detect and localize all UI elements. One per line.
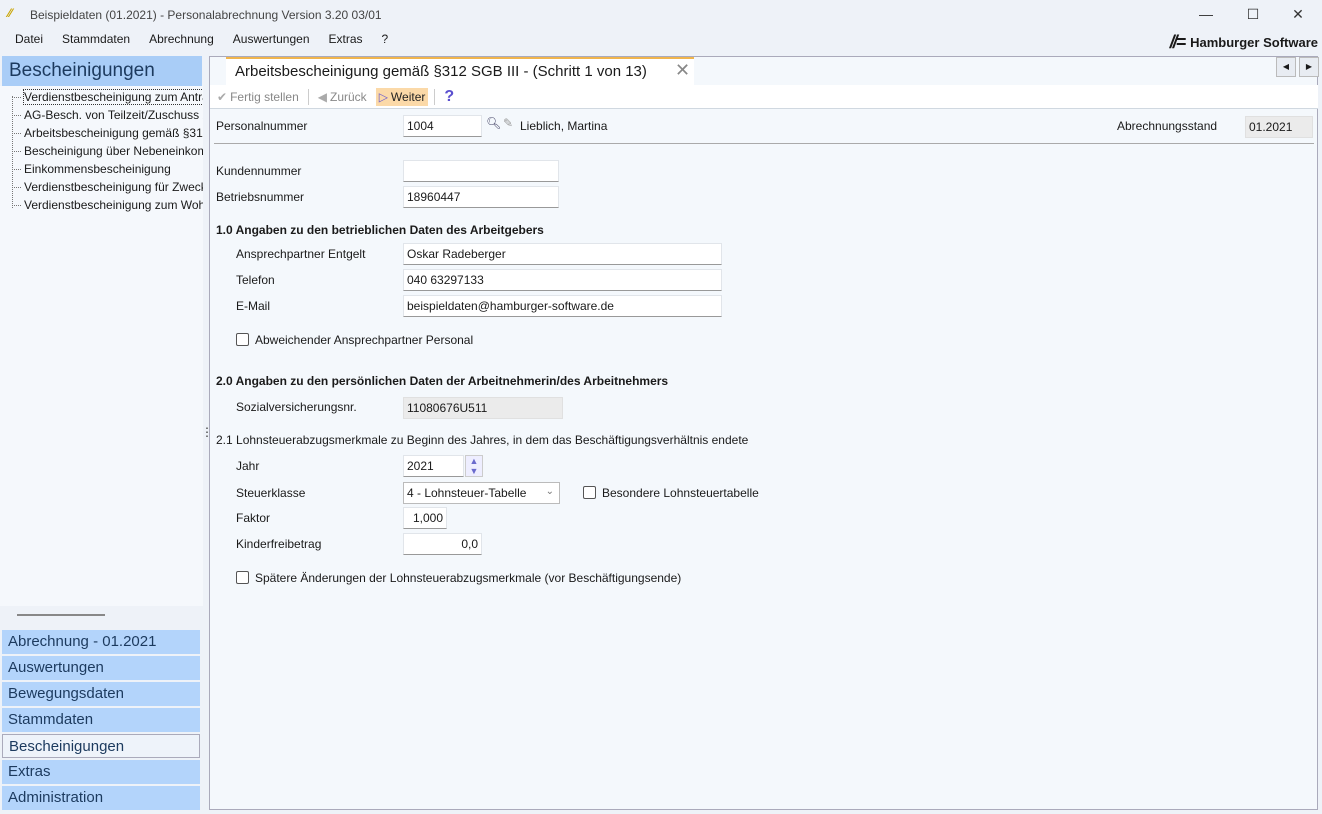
check-icon: ✔ [217,89,228,104]
menu-extras[interactable]: Extras [329,32,363,46]
edit-icon[interactable]: ✎ [503,116,513,130]
help-icon[interactable]: ? [441,86,457,108]
besondere-checkbox[interactable] [583,486,596,499]
nav-bewegungsdaten[interactable]: Bewegungsdaten [2,682,200,706]
besondere-label: Besondere Lohnsteuertabelle [602,486,759,500]
email-label: E-Mail [236,299,271,313]
logo-text: Hamburger Software [1190,35,1318,50]
minimize-button[interactable]: — [1196,6,1216,22]
betriebsnummer-label: Betriebsnummer [216,190,305,204]
arrow-right-icon: ▷ [378,89,388,104]
divider [214,143,1314,144]
email-input[interactable]: beispieldaten@hamburger-software.de [403,295,722,317]
tab-scroll-left[interactable]: ◀ [1276,57,1296,77]
nav-bescheinigungen[interactable]: Bescheinigungen [2,734,200,758]
svnr-value: 11080676U511 [403,397,563,419]
toolbar: ✔ Fertig stellen ◀ Zurück ▷ Weiter ? [210,85,1318,109]
svnr-label: Sozialversicherungsnr. [236,400,357,414]
maximize-button[interactable]: ☐ [1243,6,1263,23]
tree-item[interactable]: Bescheinigung über Nebeneinkommen [0,142,203,160]
section-heading-2: 2.0 Angaben zu den persönlichen Daten de… [216,374,669,388]
section-heading-2-1: 2.1 Lohnsteuerabzugsmerkmale zu Beginn d… [216,433,749,447]
faktor-input[interactable]: 1,000 [403,507,447,529]
tree-item[interactable]: Verdienstbescheinigung zum Antrag [0,88,203,106]
certificate-tree: Verdienstbescheinigung zum Antrag AG-Bes… [0,86,203,606]
sidebar-header: Bescheinigungen [2,56,202,86]
kinderfreibetrag-input[interactable]: 0,0 [403,533,482,555]
close-button[interactable]: ✕ [1288,6,1308,23]
section-heading-1: 1.0 Angaben zu den betrieblichen Daten d… [216,223,544,237]
next-button[interactable]: ▷ Weiter [375,87,429,106]
spaetere-checkbox[interactable] [236,571,249,584]
tree-item[interactable]: Verdienstbescheinigung zum Wohngeld [0,196,203,214]
menu-bar: Datei Stammdaten Abrechnung Auswertungen Ext… [0,32,388,52]
abrechnungsstand-label: Abrechnungsstand [1117,119,1218,133]
steuerklasse-label: Steuerklasse [236,486,306,500]
chevron-down-icon: ⌄ [545,486,554,497]
abweichender-label: Abweichender Ansprechpartner Personal [255,333,474,347]
title-bar: ⁄⁄ Beispieldaten (01.2021) - Personalabr… [0,0,1322,30]
menu-abrechnung[interactable]: Abrechnung [149,32,214,46]
back-button[interactable]: ◀ Zurück [315,88,370,106]
jahr-input[interactable]: 2021 [403,455,464,477]
tree-item[interactable]: Verdienstbescheinigung für Zwecke [0,178,203,196]
telefon-label: Telefon [236,273,275,287]
jahr-spinner[interactable]: ▲ ▼ [465,455,483,477]
menu-datei[interactable]: Datei [15,32,43,46]
tab-close-icon[interactable]: ✕ [675,60,690,81]
window-title: Beispieldaten (01.2021) - Personalabrech… [30,8,382,22]
faktor-label: Faktor [236,511,271,525]
personalnummer-label: Personalnummer [216,119,308,133]
tab-arbeitsbescheinigung[interactable]: Arbeitsbescheinigung gemäß §312 SGB III … [226,57,694,85]
tab-scroll-right[interactable]: ▶ [1299,57,1319,77]
personalnummer-input[interactable]: 1004 [403,115,482,137]
logo-mark: //= [1169,32,1186,52]
arrow-left-icon: ◀ [317,89,327,104]
telefon-input[interactable]: 040 63297133 [403,269,722,291]
search-icon[interactable]: 🔍︎ [486,116,501,130]
spaetere-label: Spätere Änderungen der Lohnsteuerabzugsm… [255,571,682,585]
menu-stammdaten[interactable]: Stammdaten [62,32,130,46]
tree-item[interactable]: Arbeitsbescheinigung gemäß §312 [0,124,203,142]
abweichender-checkbox[interactable] [236,333,249,346]
menu-auswertungen[interactable]: Auswertungen [233,32,310,46]
steuerklasse-select[interactable]: 4 - Lohnsteuer-Tabelle ⌄ [403,482,560,504]
kundennummer-input[interactable] [403,160,559,182]
nav-stammdaten[interactable]: Stammdaten [2,708,200,732]
tree-item[interactable]: AG-Besch. von Teilzeit/Zuschuss z [0,106,203,124]
sidebar-splitter[interactable] [17,614,105,616]
menu-help[interactable]: ? [382,32,389,46]
abrechnungsstand-value: 01.2021 [1245,116,1313,138]
finish-button[interactable]: ✔ Fertig stellen [214,88,302,106]
logo: //= Hamburger Software [1170,32,1318,53]
kinderfreibetrag-label: Kinderfreibetrag [236,537,322,551]
nav-extras[interactable]: Extras [2,760,200,784]
ansprechpartner-input[interactable]: Oskar Radeberger [403,243,722,265]
nav-abrechnung[interactable]: Abrechnung - 01.2021 [2,630,200,654]
jahr-label: Jahr [236,459,260,473]
app-icon: ⁄⁄ [8,6,13,20]
nav-administration[interactable]: Administration [2,786,200,810]
nav-auswertungen[interactable]: Auswertungen [2,656,200,680]
employee-name: Lieblich, Martina [520,119,608,133]
betriebsnummer-input[interactable]: 18960447 [403,186,559,208]
ansprechpartner-label: Ansprechpartner Entgelt [236,247,366,261]
kundennummer-label: Kundennummer [216,164,302,178]
tree-item[interactable]: Einkommensbescheinigung [0,160,203,178]
tree-line [12,96,13,208]
